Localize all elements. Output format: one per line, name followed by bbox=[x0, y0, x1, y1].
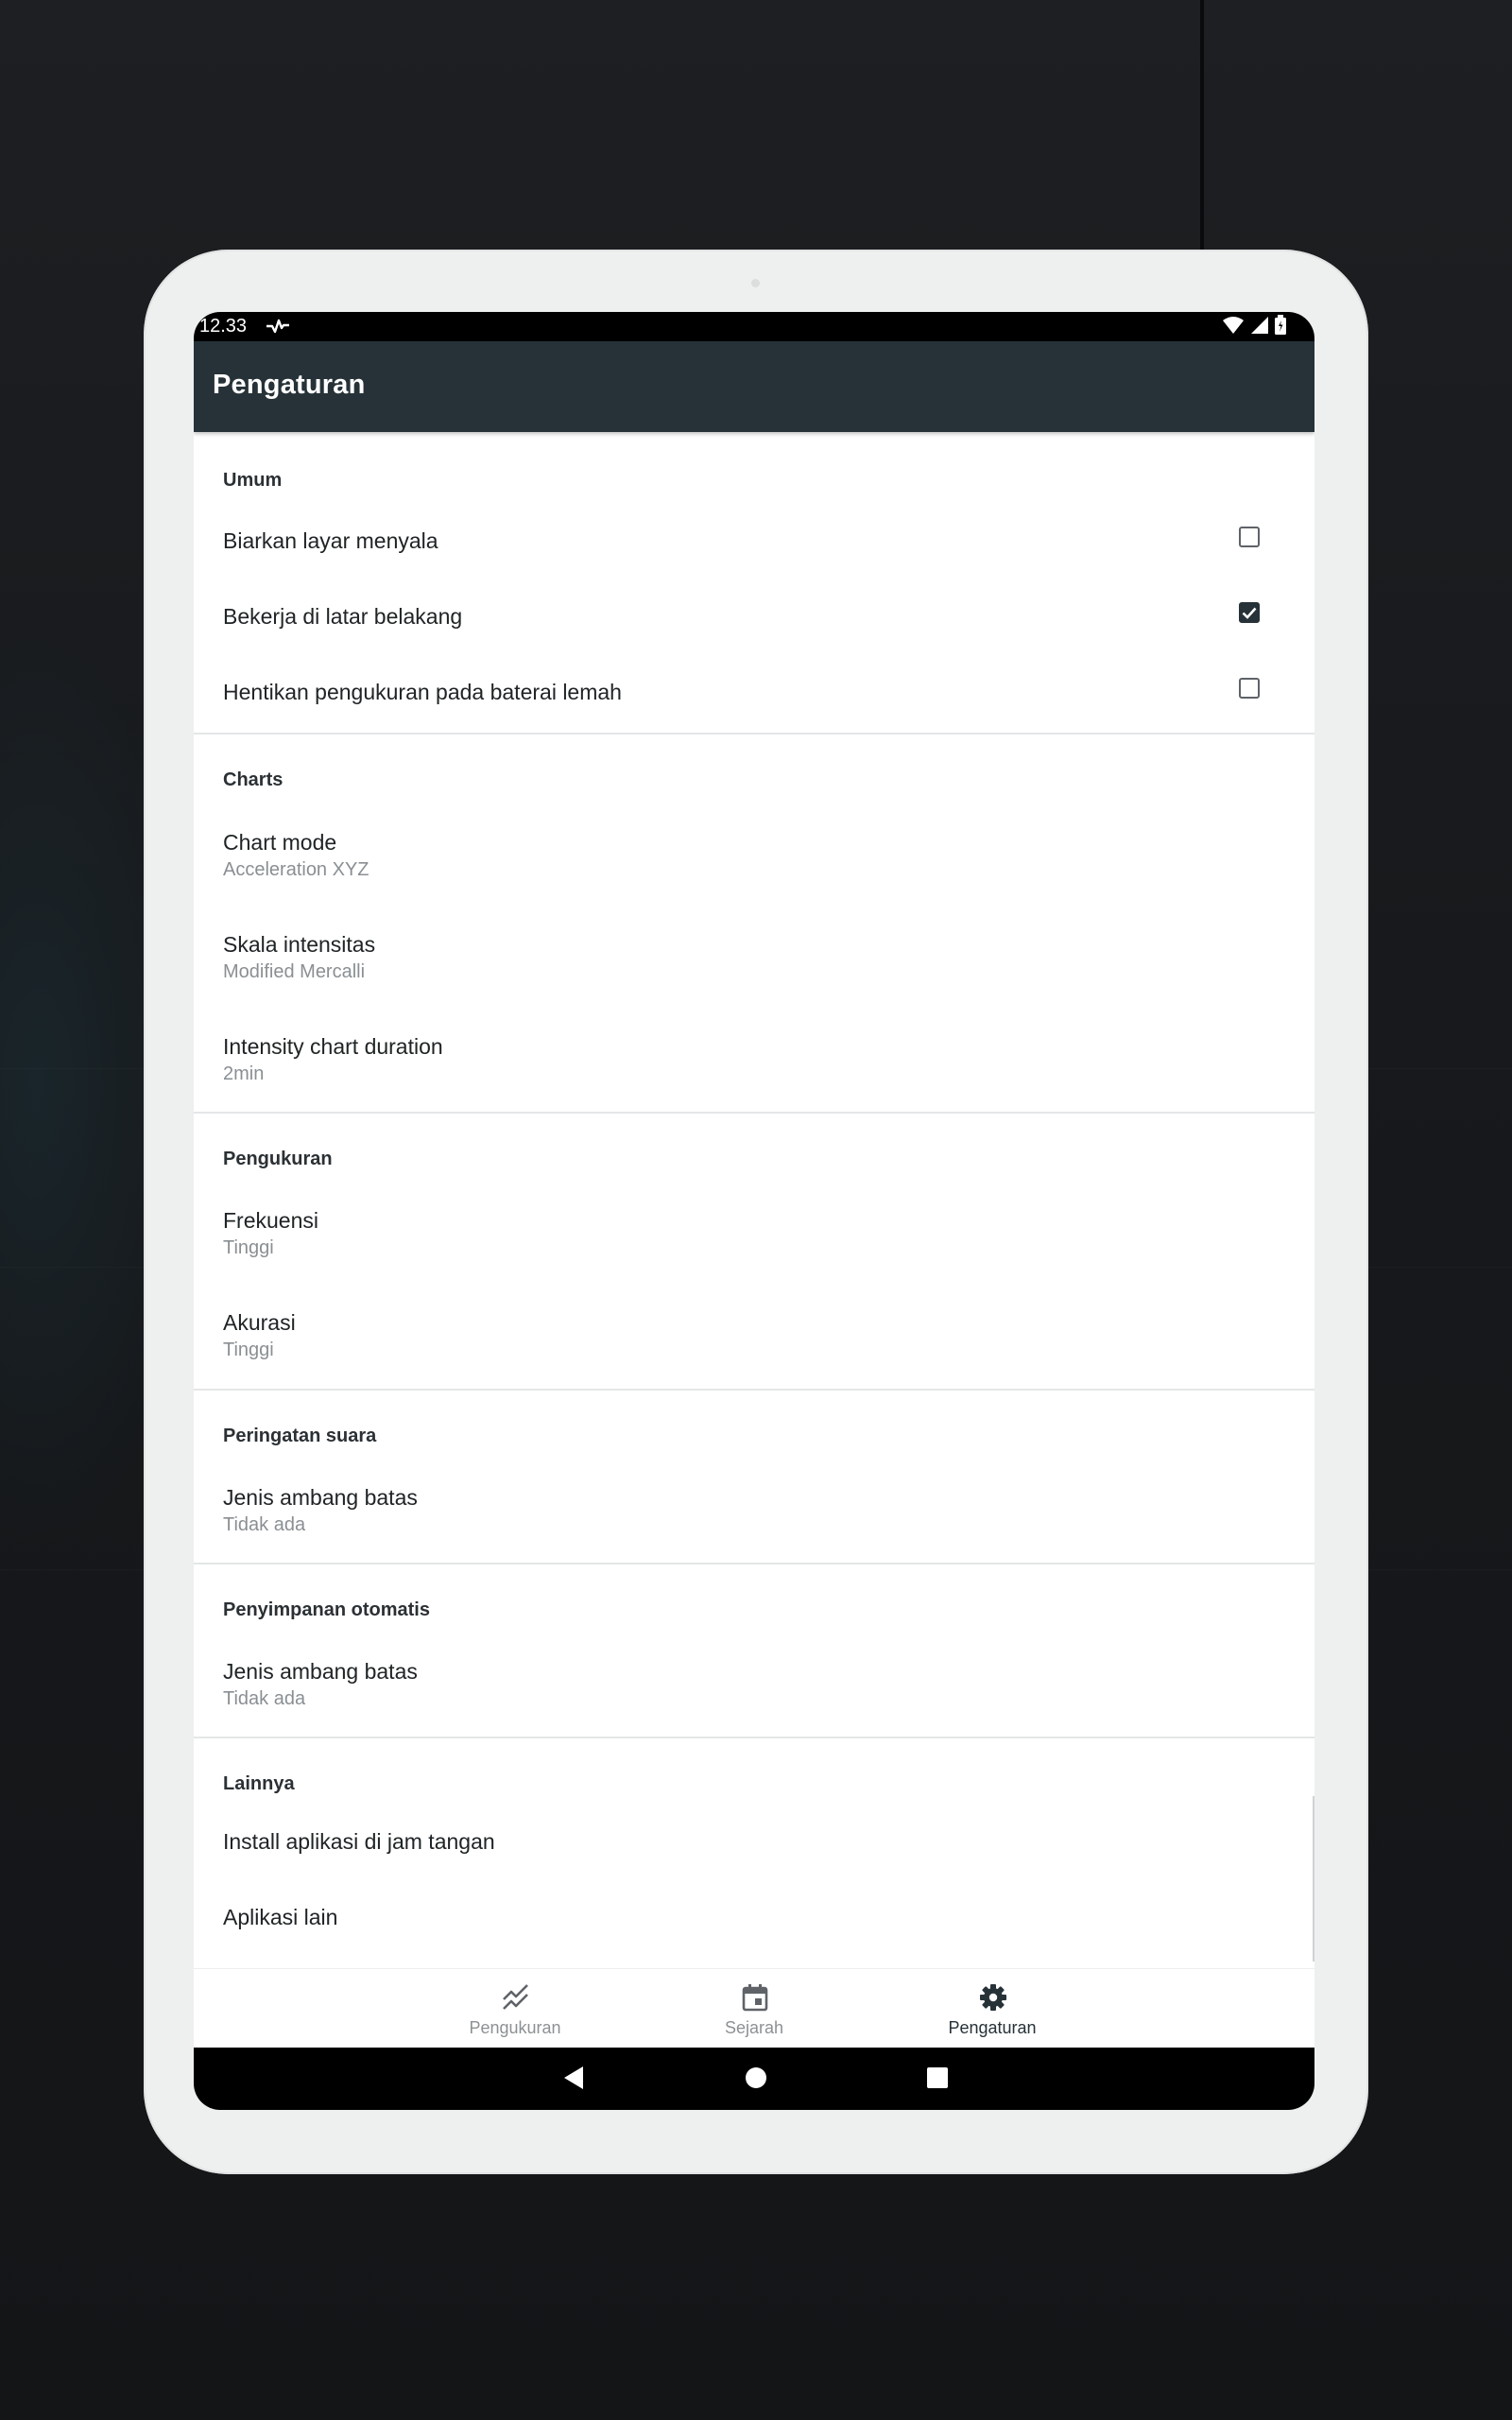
setting-label: Intensity chart duration bbox=[223, 1034, 443, 1059]
device-screen: 12.33 Pengaturan Umum Biarkan layar meny… bbox=[194, 312, 1314, 2110]
setting-accuracy[interactable]: Akurasi Tinggi bbox=[194, 1286, 1314, 1388]
setting-background-work[interactable]: Bekerja di latar belakang bbox=[194, 583, 1314, 659]
section-divider bbox=[194, 1563, 1314, 1564]
nav-item-sejarah[interactable]: Sejarah bbox=[650, 1969, 858, 2051]
pulse-icon bbox=[266, 318, 290, 340]
setting-value: Tidak ada bbox=[223, 1514, 306, 1535]
setting-label: Aplikasi lain bbox=[223, 1905, 338, 1929]
setting-label: Hentikan pengukuran pada baterai lemah bbox=[223, 680, 622, 704]
section-header-pengukuran: Pengukuran bbox=[223, 1149, 333, 1169]
section-divider bbox=[194, 1737, 1314, 1738]
setting-sound-threshold-type[interactable]: Jenis ambang batas Tidak ada bbox=[194, 1461, 1314, 1563]
chart-line-icon bbox=[503, 1984, 528, 2010]
nav-item-pengaturan[interactable]: Pengaturan bbox=[888, 1969, 1096, 2051]
setting-install-watch-app[interactable]: Install aplikasi di jam tangan bbox=[194, 1808, 1314, 1884]
settings-list[interactable]: Umum Biarkan layar menyala Bekerja di la… bbox=[194, 432, 1314, 2110]
setting-keep-screen-on[interactable]: Biarkan layar menyala bbox=[194, 508, 1314, 583]
system-navigation-bar bbox=[194, 2048, 1314, 2110]
battery-icon bbox=[1275, 315, 1286, 341]
front-camera bbox=[751, 279, 760, 287]
setting-value: 2min bbox=[223, 1063, 265, 1084]
nav-label: Pengukuran bbox=[469, 2018, 561, 2037]
wifi-icon bbox=[1222, 315, 1245, 341]
setting-autosave-threshold-type[interactable]: Jenis ambang batas Tidak ada bbox=[194, 1634, 1314, 1737]
setting-label: Jenis ambang batas bbox=[223, 1659, 418, 1684]
setting-value: Tidak ada bbox=[223, 1688, 306, 1709]
setting-stop-low-battery[interactable]: Hentikan pengukuran pada baterai lemah bbox=[194, 659, 1314, 735]
nav-label: Pengaturan bbox=[948, 2018, 1037, 2037]
app-bar: Pengaturan bbox=[194, 341, 1314, 432]
section-divider bbox=[194, 1389, 1314, 1391]
setting-other-apps[interactable]: Aplikasi lain bbox=[194, 1884, 1314, 1960]
setting-frequency[interactable]: Frekuensi Tinggi bbox=[194, 1184, 1314, 1286]
background-waveform bbox=[1200, 0, 1204, 255]
status-time: 12.33 bbox=[199, 316, 248, 337]
home-circle-icon[interactable] bbox=[742, 2064, 770, 2092]
setting-value: Acceleration XYZ bbox=[223, 859, 369, 880]
status-bar: 12.33 bbox=[194, 312, 1314, 341]
section-header-umum: Umum bbox=[223, 470, 283, 491]
recents-square-icon[interactable] bbox=[923, 2064, 952, 2092]
setting-intensity-duration[interactable]: Intensity chart duration 2min bbox=[194, 1010, 1314, 1112]
status-icons bbox=[1222, 315, 1286, 341]
background-work-checkbox[interactable] bbox=[1239, 602, 1260, 623]
setting-label: Skala intensitas bbox=[223, 932, 376, 957]
scrollbar[interactable] bbox=[1313, 1796, 1314, 1962]
setting-label: Frekuensi bbox=[223, 1208, 318, 1233]
bottom-navigation: Pengukuran Sejarah Pengaturan bbox=[194, 1968, 1314, 2051]
keep-screen-on-checkbox[interactable] bbox=[1239, 527, 1260, 547]
page-title: Pengaturan bbox=[213, 370, 366, 400]
section-header-other: Lainnya bbox=[223, 1773, 295, 1794]
section-divider bbox=[194, 733, 1314, 735]
setting-label: Biarkan layar menyala bbox=[223, 528, 438, 553]
setting-value: Tinggi bbox=[223, 1340, 274, 1360]
nav-label: Sejarah bbox=[724, 2018, 784, 2037]
check-icon bbox=[1242, 607, 1256, 619]
setting-chart-mode[interactable]: Chart mode Acceleration XYZ bbox=[194, 805, 1314, 908]
setting-label: Chart mode bbox=[223, 830, 337, 855]
setting-label: Bekerja di latar belakang bbox=[223, 604, 463, 629]
section-divider bbox=[194, 1112, 1314, 1114]
nav-item-pengukuran[interactable]: Pengukuran bbox=[411, 1969, 619, 2051]
section-header-charts: Charts bbox=[223, 769, 284, 790]
setting-intensity-scale[interactable]: Skala intensitas Modified Mercalli bbox=[194, 908, 1314, 1010]
stop-low-battery-checkbox[interactable] bbox=[1239, 678, 1260, 699]
setting-label: Akurasi bbox=[223, 1310, 296, 1335]
calendar-icon bbox=[742, 1984, 768, 2012]
section-header-sound-alert: Peringatan suara bbox=[223, 1426, 377, 1446]
gear-icon bbox=[980, 1984, 1006, 2011]
setting-value: Tinggi bbox=[223, 1237, 274, 1258]
back-triangle-icon[interactable] bbox=[560, 2064, 587, 2092]
setting-label: Install aplikasi di jam tangan bbox=[223, 1829, 495, 1854]
setting-label: Jenis ambang batas bbox=[223, 1485, 418, 1510]
section-header-autosave: Penyimpanan otomatis bbox=[223, 1599, 430, 1620]
setting-value: Modified Mercalli bbox=[223, 961, 366, 982]
signal-icon bbox=[1250, 315, 1269, 341]
